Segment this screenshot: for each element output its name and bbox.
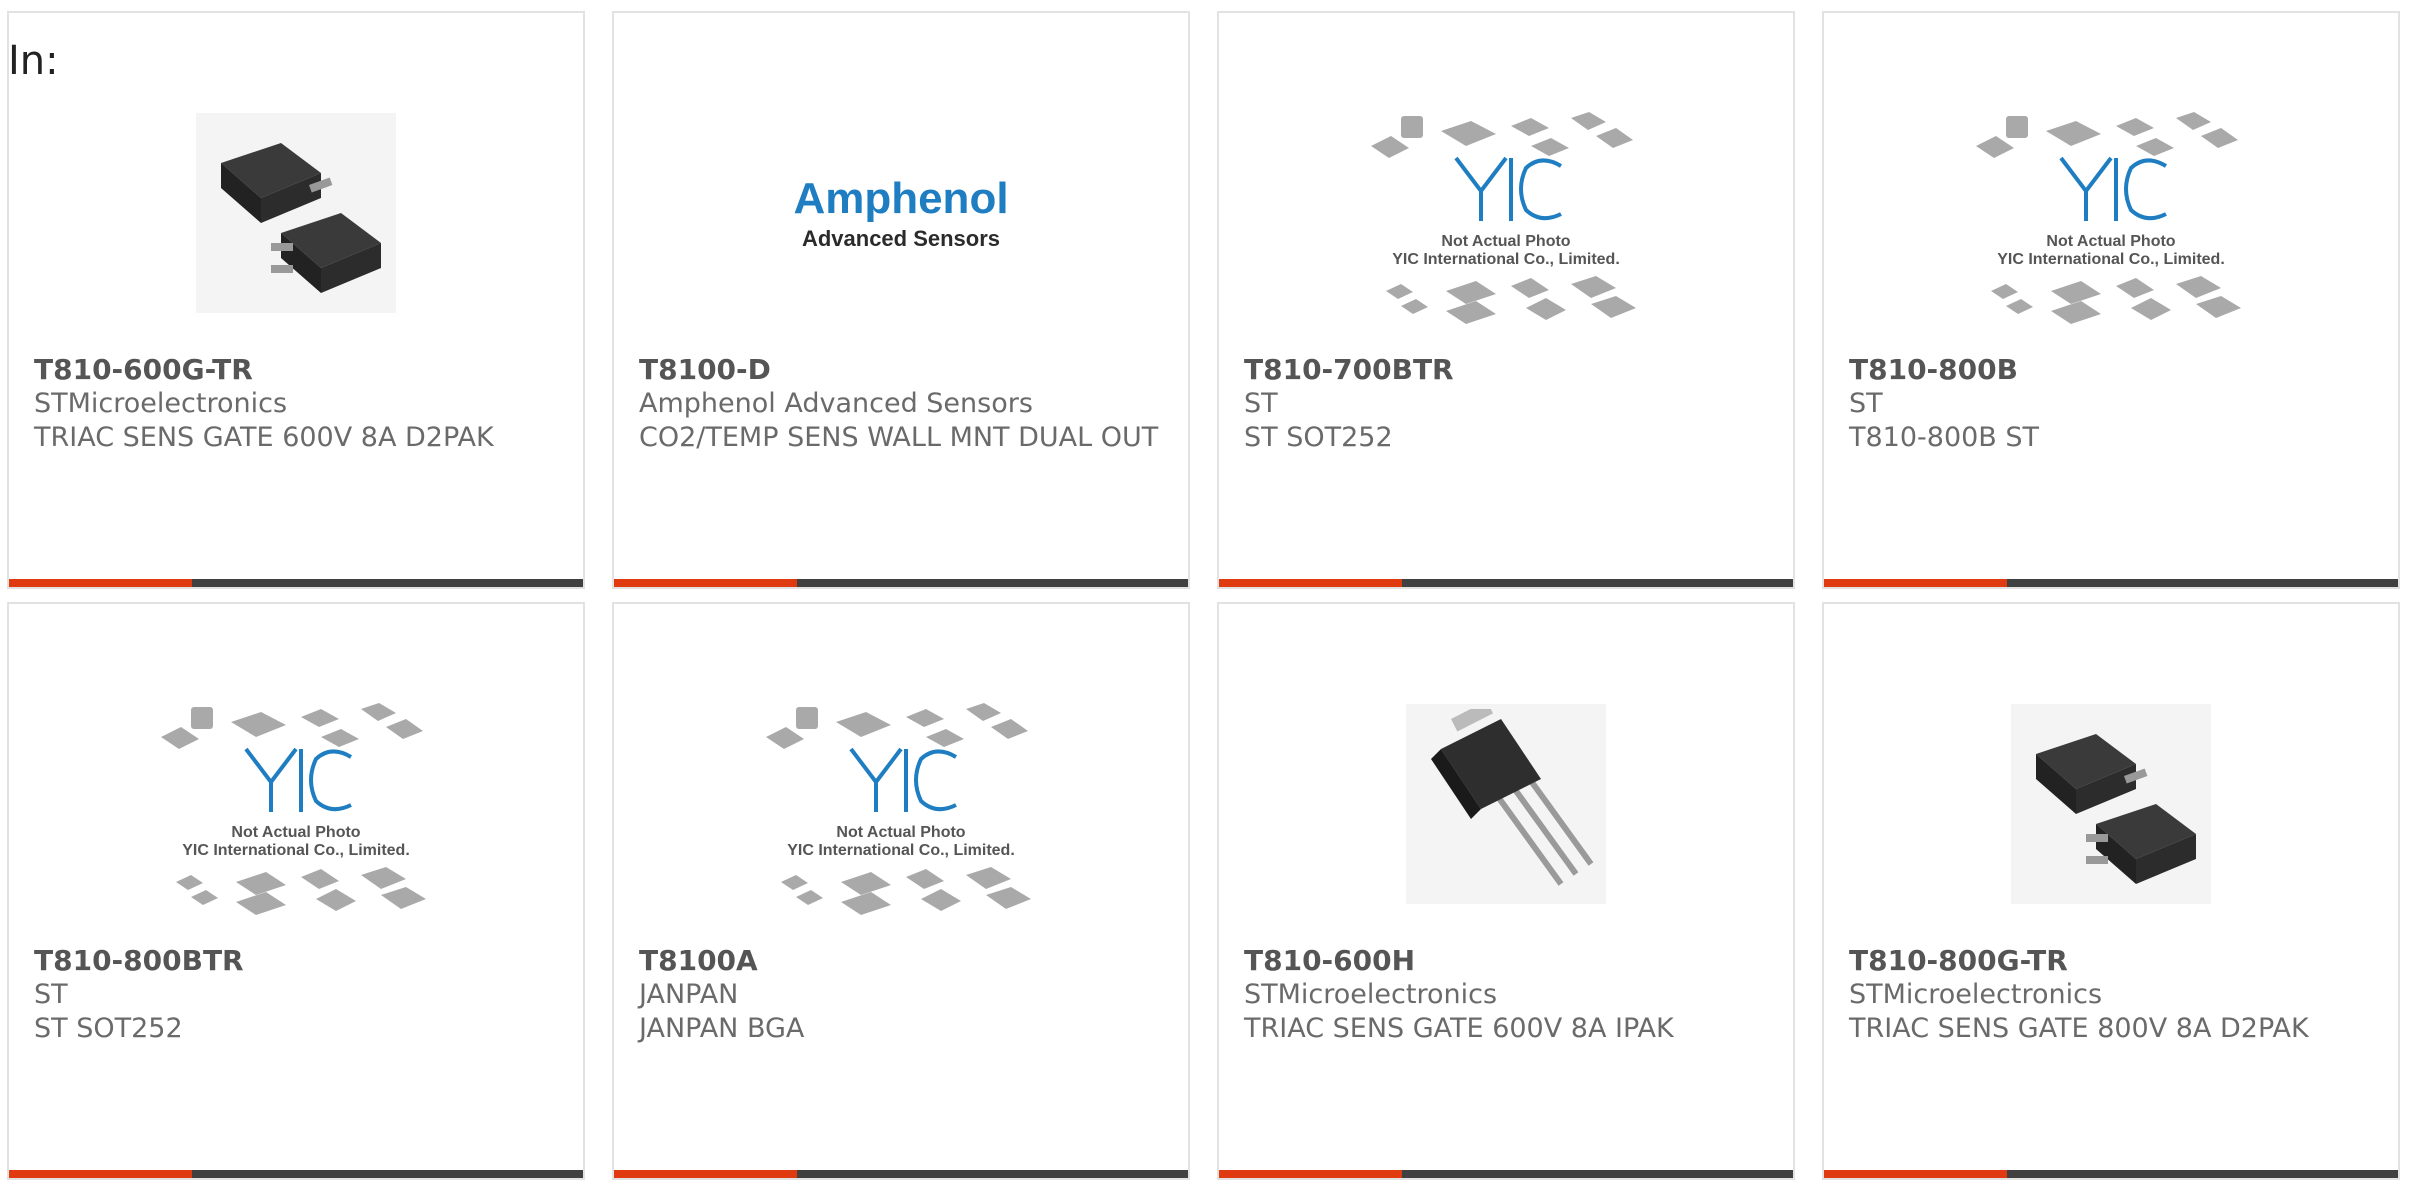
placeholder-line-1: Not Actual Photo [231,824,360,841]
product-image[interactable]: Not Actual Photo YIC International Co., … [1824,63,2398,363]
part-number[interactable]: T810-600G-TR [34,353,563,387]
yic-placeholder-image: Not Actual Photo YIC International Co., … [161,687,431,921]
manufacturer: STMicroelectronics [1244,979,1498,1010]
card-footer-bar [1824,579,2398,587]
product-image[interactable] [9,63,583,363]
placeholder-line-2: YIC International Co., Limited. [1392,251,1620,268]
product-card[interactable]: Not Actual Photo YIC International Co., … [7,602,585,1180]
card-footer-bar [1219,579,1793,587]
part-number[interactable]: T810-800G-TR [1849,944,2378,978]
placeholder-line-1: Not Actual Photo [1441,233,1570,250]
d2pak-chip-image [2011,704,2211,904]
logo-line-1: Amphenol [793,174,1009,223]
product-image[interactable]: Not Actual Photo YIC International Co., … [1219,63,1793,363]
manufacturer: ST [1244,388,1278,419]
part-number[interactable]: T8100A [639,944,1168,978]
yic-placeholder-image: Not Actual Photo YIC International Co., … [1976,96,2246,330]
product-image[interactable] [1219,654,1793,954]
product-card[interactable]: Amphenol Advanced Sensors T8100-D Amphen… [612,11,1190,589]
description: TRIAC SENS GATE 800V 8A D2PAK [1849,1013,2309,1044]
part-number[interactable]: T810-800BTR [34,944,563,978]
placeholder-line-1: Not Actual Photo [2046,233,2175,250]
card-footer-bar [9,1170,583,1178]
filter-label: In: [8,38,59,84]
manufacturer: ST [1849,388,1883,419]
description: T810-800B ST [1849,422,2040,453]
part-number[interactable]: T8100-D [639,353,1168,387]
yic-placeholder-image: Not Actual Photo YIC International Co., … [1371,96,1641,330]
description: CO2/TEMP SENS WALL MNT DUAL OUT [639,422,1159,453]
product-image[interactable]: Not Actual Photo YIC International Co., … [9,654,583,954]
part-number[interactable]: T810-800B [1849,353,2378,387]
d2pak-chip-image [196,113,396,313]
placeholder-line-2: YIC International Co., Limited. [787,842,1015,859]
product-image[interactable] [1824,654,2398,954]
product-image[interactable]: Amphenol Advanced Sensors [614,63,1188,363]
manufacturer: STMicroelectronics [34,388,288,419]
manufacturer: JANPAN [639,979,739,1010]
product-grid: T810-600G-TR STMicroelectronics TRIAC SE… [7,11,2402,1180]
product-image[interactable]: Not Actual Photo YIC International Co., … [614,654,1188,954]
product-card[interactable]: T810-600H STMicroelectronics TRIAC SENS … [1217,602,1795,1180]
product-card[interactable]: T810-600G-TR STMicroelectronics TRIAC SE… [7,11,585,589]
part-number[interactable]: T810-700BTR [1244,353,1773,387]
manufacturer: ST [34,979,68,1010]
card-footer-bar [1219,1170,1793,1178]
placeholder-line-1: Not Actual Photo [836,824,965,841]
product-card[interactable]: Not Actual Photo YIC International Co., … [1217,11,1795,589]
ipak-chip-image [1406,704,1606,904]
card-footer-bar [1824,1170,2398,1178]
yic-placeholder-image: Not Actual Photo YIC International Co., … [766,687,1036,921]
placeholder-line-2: YIC International Co., Limited. [182,842,410,859]
description: ST SOT252 [1244,422,1393,453]
product-card[interactable]: T810-800G-TR STMicroelectronics TRIAC SE… [1822,602,2400,1180]
part-number[interactable]: T810-600H [1244,944,1773,978]
card-footer-bar [9,579,583,587]
manufacturer: STMicroelectronics [1849,979,2103,1010]
logo-line-2: Advanced Sensors [801,226,1001,251]
description: TRIAC SENS GATE 600V 8A IPAK [1244,1013,1674,1044]
product-card[interactable]: Not Actual Photo YIC International Co., … [612,602,1190,1180]
amphenol-logo: Amphenol Advanced Sensors [793,174,1008,252]
card-footer-bar [614,579,1188,587]
card-footer-bar [614,1170,1188,1178]
placeholder-line-2: YIC International Co., Limited. [1997,251,2225,268]
product-card[interactable]: Not Actual Photo YIC International Co., … [1822,11,2400,589]
description: ST SOT252 [34,1013,183,1044]
manufacturer: Amphenol Advanced Sensors [639,388,1033,419]
description: TRIAC SENS GATE 600V 8A D2PAK [34,422,494,453]
description: JANPAN BGA [639,1013,805,1044]
